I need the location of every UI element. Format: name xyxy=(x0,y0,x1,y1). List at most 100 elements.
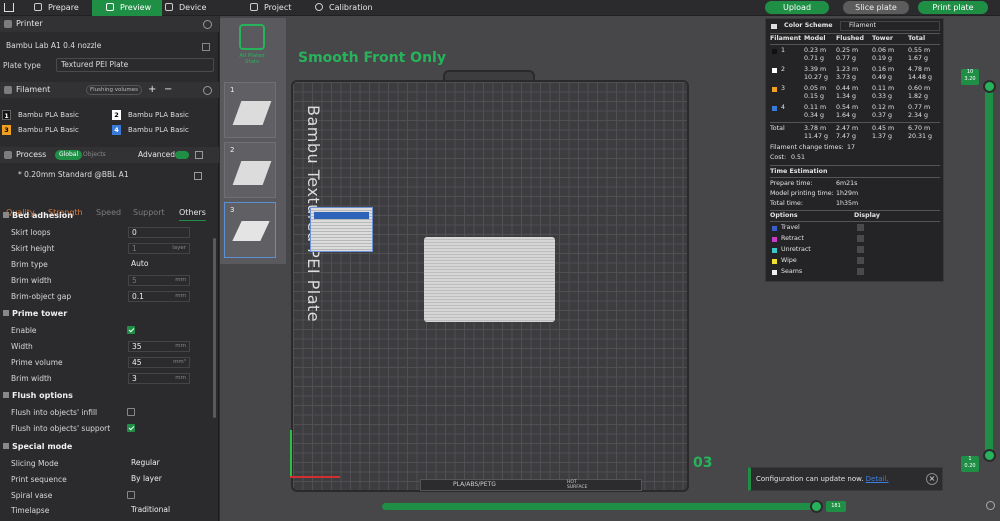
stats-row-3: 3 0.05 m 0.15 g 0.44 m 1.34 g 0.11 m 0.3… xyxy=(766,85,944,102)
plate-thumbnail-3[interactable]: 3 xyxy=(224,202,276,258)
slicing-mode-select[interactable]: Regular xyxy=(128,458,190,469)
wipe-display-checkbox[interactable] xyxy=(857,257,864,264)
tab-project[interactable]: Project xyxy=(250,0,310,16)
flush-options-label: Flush options xyxy=(12,391,73,400)
print-sequence-select[interactable]: By layer xyxy=(128,474,190,485)
total-total-len: 6.70 m xyxy=(908,125,931,132)
all-plates-stats-button[interactable]: All Plates Stats xyxy=(232,24,272,72)
timelapse-select[interactable]: Traditional xyxy=(128,505,190,516)
printer-select[interactable]: Bambu Lab A1 0.4 nozzle xyxy=(2,40,202,54)
global-toggle[interactable]: Global xyxy=(55,150,83,160)
tab-device[interactable]: Device xyxy=(165,0,225,16)
upload-button[interactable]: Upload xyxy=(765,1,829,14)
layer-bottom-label: 1 0.20 xyxy=(961,456,979,472)
tab-others[interactable]: Others xyxy=(179,206,206,221)
tab-preview[interactable]: Preview xyxy=(92,0,162,16)
seams-display-checkbox[interactable] xyxy=(857,268,864,275)
spiral-vase-checkbox[interactable] xyxy=(127,491,135,499)
bed-adhesion-title: Bed adhesion xyxy=(3,211,73,220)
compare-icon[interactable] xyxy=(195,151,203,159)
print-sequence-label: Print sequence xyxy=(11,475,67,484)
prime-enable-checkbox[interactable] xyxy=(127,326,135,334)
filament-swatch-2: 2 xyxy=(112,110,121,120)
printer-settings-icon[interactable] xyxy=(203,20,212,29)
prime-volume-input[interactable]: 45 mm³ xyxy=(128,357,190,368)
home-icon[interactable] xyxy=(4,3,14,12)
save-preset-icon[interactable] xyxy=(194,172,202,180)
move-slider[interactable] xyxy=(382,503,818,510)
tab-speed[interactable]: Speed xyxy=(96,206,121,220)
sidebar-scrollbar[interactable] xyxy=(213,238,216,418)
tab-prepare-label: Prepare xyxy=(48,3,79,12)
prime-tower-model[interactable] xyxy=(310,207,373,252)
travel-display-checkbox[interactable] xyxy=(857,224,864,231)
travel-label: Travel xyxy=(781,224,800,231)
layer-slider[interactable] xyxy=(985,88,993,458)
stats-divider-7 xyxy=(770,221,940,222)
cube-icon xyxy=(34,3,42,11)
move-slider-handle[interactable] xyxy=(810,500,823,513)
filament-1-model-len: 0.23 m xyxy=(804,47,827,54)
flush-options-icon xyxy=(3,392,9,398)
flush-infill-checkbox[interactable] xyxy=(127,408,135,416)
filament-item-4[interactable]: 4 Bambu PLA Basic xyxy=(112,124,216,136)
plate-thumbnail-2[interactable]: 2 xyxy=(224,142,276,198)
filament-2-id: 2 xyxy=(781,66,786,73)
plate-thumbnail-1[interactable]: 1 xyxy=(224,82,276,138)
retract-label: Retract xyxy=(781,235,804,242)
plate-type-select[interactable]: Textured PEI Plate xyxy=(56,58,214,72)
stats-divider-3 xyxy=(770,122,940,123)
collapse-icon[interactable] xyxy=(771,24,777,29)
advanced-switch[interactable] xyxy=(175,151,189,159)
slice-plate-button[interactable]: Slice plate xyxy=(843,1,909,14)
color-scheme-label: Color Scheme xyxy=(784,22,833,29)
retract-swatch xyxy=(772,237,777,242)
retract-display-checkbox[interactable] xyxy=(857,235,864,242)
prime-width-label: Width xyxy=(11,342,33,351)
prime-width-input[interactable]: 35 mm xyxy=(128,341,190,352)
settings-cog-icon[interactable] xyxy=(986,501,995,510)
slice-stats-panel: Color Scheme Filament Filament Model Flu… xyxy=(765,18,944,282)
all-plates-stats-label: All Plates Stats xyxy=(239,53,265,65)
tab-support[interactable]: Support xyxy=(133,206,165,220)
skirt-height-input[interactable]: 1 layer xyxy=(128,243,190,254)
filament-item-3[interactable]: 3 Bambu PLA Basic xyxy=(2,124,106,136)
prime-brim-unit: mm xyxy=(175,375,186,381)
printer-edit-icon[interactable] xyxy=(202,43,210,51)
sliced-model[interactable] xyxy=(424,237,555,322)
objects-toggle[interactable]: Objects xyxy=(83,150,106,160)
tab-calibration[interactable]: Calibration xyxy=(315,0,390,16)
filament-section-title: Filament xyxy=(16,85,51,94)
remove-filament-icon[interactable]: − xyxy=(164,82,172,98)
filament-4-flushed-wt: 1.64 g xyxy=(836,112,857,119)
layer-slider-bottom-handle[interactable] xyxy=(983,449,996,462)
add-filament-icon[interactable]: + xyxy=(148,82,156,98)
filament-item-2[interactable]: 2 Bambu PLA Basic xyxy=(112,109,216,121)
brim-gap-input[interactable]: 0.1 mm xyxy=(128,291,190,302)
brim-type-select[interactable]: Auto xyxy=(128,259,190,270)
skirt-loops-input[interactable]: 0 xyxy=(128,227,190,238)
flush-support-checkbox[interactable] xyxy=(127,424,135,432)
process-preset-select[interactable]: * 0.20mm Standard @BBL A1 xyxy=(14,169,186,183)
tab-prepare[interactable]: Prepare xyxy=(34,0,90,16)
filament-2-model-wt: 10.27 g xyxy=(804,74,829,81)
special-mode-label: Special mode xyxy=(12,442,73,451)
filament-change-value: 17 xyxy=(847,144,856,151)
prime-brim-input[interactable]: 3 mm xyxy=(128,373,190,384)
filament-1-tower-wt: 0.19 g xyxy=(872,55,893,62)
plate-title[interactable]: Smooth Front Only xyxy=(298,50,446,66)
filament-item-1[interactable]: 1 Bambu PLA Basic xyxy=(2,109,106,121)
header-flushed: Flushed xyxy=(836,35,864,42)
filament-settings-icon[interactable] xyxy=(203,86,212,95)
prime-volume-label: Prime volume xyxy=(11,358,63,367)
unretract-display-checkbox[interactable] xyxy=(857,246,864,253)
flushing-volumes-button[interactable]: Flushing volumes xyxy=(86,85,143,95)
color-scheme-select[interactable]: Filament xyxy=(840,21,940,31)
brim-width-value: 5 xyxy=(132,276,137,285)
notification-detail-link[interactable]: Detail. xyxy=(866,475,889,483)
print-plate-button[interactable]: Print plate xyxy=(918,1,988,14)
layer-slider-top-handle[interactable] xyxy=(983,80,996,93)
filament-4-flushed-len: 0.54 m xyxy=(836,104,859,111)
close-icon[interactable]: × xyxy=(926,473,938,485)
brim-width-input[interactable]: 5 mm xyxy=(128,275,190,286)
